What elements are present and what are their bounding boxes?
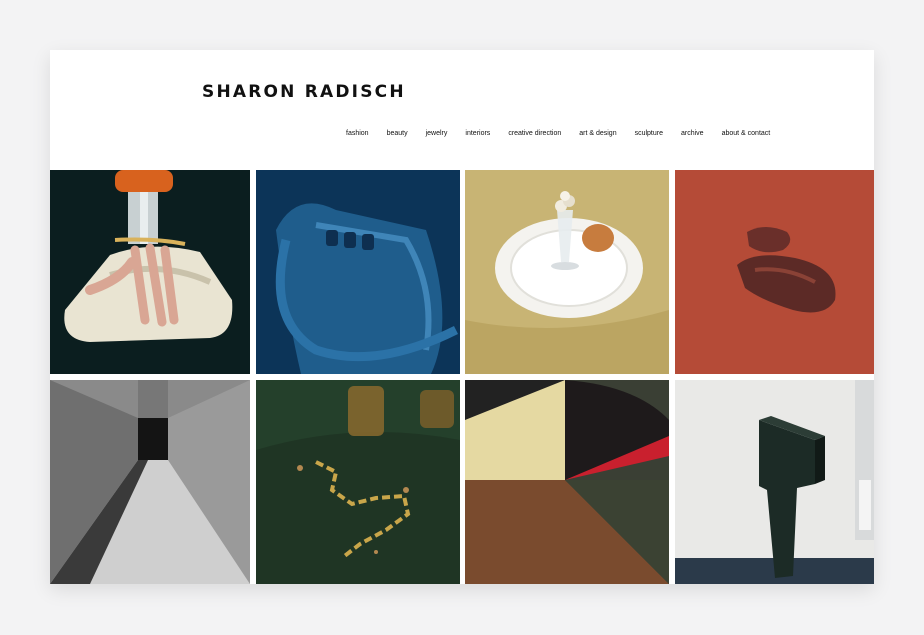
photo-corridor (50, 380, 250, 584)
main-nav: fashion beauty jewelry interiors creativ… (346, 130, 788, 137)
photo-tile-bag-hand[interactable] (50, 170, 250, 374)
photo-geometric (465, 380, 669, 584)
photo-tile-blue-bag[interactable] (256, 170, 460, 374)
nav-item-beauty[interactable]: beauty (387, 130, 408, 137)
nav-item-art-design[interactable]: art & design (579, 130, 616, 137)
nav-item-jewelry[interactable]: jewelry (426, 130, 448, 137)
nav-item-sculpture[interactable]: sculpture (635, 130, 663, 137)
nav-item-archive[interactable]: archive (681, 130, 704, 137)
nav-item-interiors[interactable]: interiors (465, 130, 490, 137)
photo-plate-egg (465, 170, 669, 374)
photo-tile-gold-chain[interactable] (256, 380, 460, 584)
photo-tile-plate-egg[interactable] (465, 170, 669, 374)
site-window: SHARON RADISCH fashion beauty jewelry in… (50, 50, 874, 584)
photo-tile-geometric[interactable] (465, 380, 669, 584)
photo-bag-hand (50, 170, 250, 374)
photo-grid (50, 170, 874, 584)
photo-tile-corridor[interactable] (50, 380, 250, 584)
site-logo[interactable]: SHARON RADISCH (202, 82, 406, 102)
nav-item-about-contact[interactable]: about & contact (722, 130, 771, 137)
photo-blue-bag (256, 170, 460, 374)
photo-gold-chain (256, 380, 460, 584)
photo-red-sequins (675, 170, 874, 374)
photo-sculpture (675, 380, 874, 584)
photo-tile-red-sequins[interactable] (675, 170, 874, 374)
nav-item-fashion[interactable]: fashion (346, 130, 369, 137)
photo-tile-sculpture[interactable] (675, 380, 874, 584)
nav-item-creative-direction[interactable]: creative direction (508, 130, 561, 137)
